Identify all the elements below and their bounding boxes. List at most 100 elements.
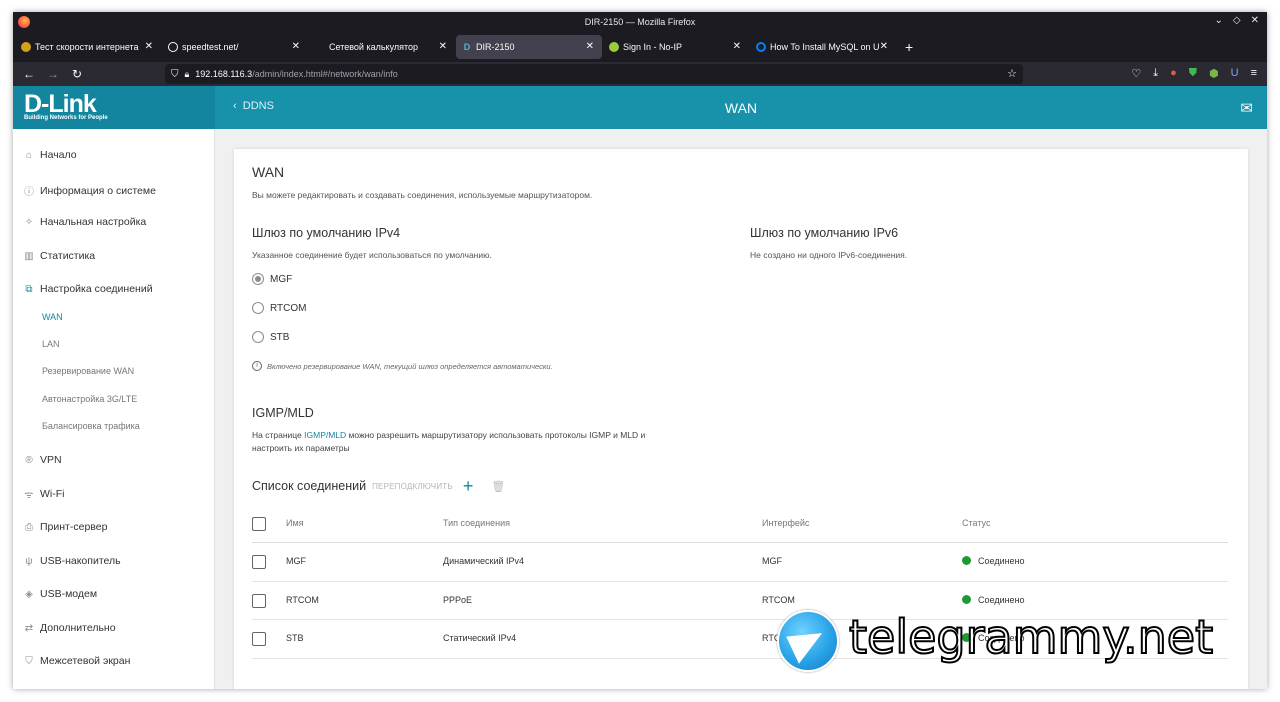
select-all-checkbox[interactable] (252, 517, 266, 531)
radio-icon (252, 331, 264, 343)
url-bar[interactable]: ⛉ 🔒︎ 192.168.116.3 /admin/index.html#/ne… (165, 64, 1023, 84)
row-checkbox[interactable] (252, 555, 266, 569)
sidebar-item-vpn[interactable]: ® VPN (23, 454, 62, 466)
close-tab-icon[interactable]: ✕ (439, 41, 447, 52)
tab-label: DIR-2150 (476, 42, 515, 52)
gateway-radio-stb[interactable]: STB (252, 331, 289, 343)
sidebar-item-system-info[interactable]: ⓘ Информация о системе (23, 183, 156, 199)
section-description: Вы можете редактировать и создавать соед… (252, 190, 593, 200)
column-header: Статус (962, 518, 991, 528)
sidebar-item-usb-modem[interactable]: ◈ USB-модем (23, 588, 97, 600)
sidebar-sub-balancing[interactable]: Балансировка трафика (42, 421, 140, 431)
sidebar-item-home[interactable]: ⌂ Начало (23, 149, 77, 161)
connection-status: Соединено (962, 556, 1025, 566)
igmp-link[interactable]: IGMP/MLD (304, 430, 346, 440)
toolbar-icons: ♡ ⤓ ● ⛊ ⬢ U ≡ (1131, 67, 1257, 80)
add-connection-icon[interactable]: + (463, 477, 474, 495)
sidebar-sub-3g-lte[interactable]: Автонастройка 3G/LTE (42, 394, 137, 404)
ipv4-gateway-desc: Указанное соединение будет использоватьс… (252, 250, 492, 260)
row-checkbox[interactable] (252, 632, 266, 646)
sidebar-item-label: USB-накопитель (40, 555, 121, 567)
url-path: /admin/index.html#/network/wan/info (252, 69, 398, 79)
sidebar-item-statistics[interactable]: ▥ Статистика (23, 250, 95, 262)
settings-icon: ⇄ (24, 622, 34, 634)
close-icon[interactable]: ✕ (1251, 15, 1259, 26)
connections-title: Список соединений (252, 479, 367, 493)
tab-label: Тест скорости интернета (35, 42, 139, 52)
new-tab-icon[interactable]: + (905, 39, 913, 55)
tab-bar: Тест скорости интернета ✕ speedtest.net/… (13, 32, 1267, 62)
sidebar-sub-lan[interactable]: LAN (42, 339, 60, 349)
extension-icon[interactable]: ● (1170, 67, 1177, 80)
sidebar-sub-wan-backup[interactable]: Резервирование WAN (42, 366, 134, 376)
menu-icon[interactable]: ≡ (1251, 67, 1257, 80)
ublock-icon[interactable]: U (1231, 67, 1239, 80)
sidebar-item-label: Статистика (40, 250, 96, 262)
forward-arrow-icon[interactable]: → (41, 67, 65, 81)
firefox-icon (18, 16, 30, 28)
column-header: Имя (286, 518, 304, 528)
sidebar-item-advanced[interactable]: ⇄ Дополнительно (23, 622, 116, 634)
info-icon: i (252, 361, 262, 371)
igmp-description: На странице IGMP/MLD можно разрешить мар… (252, 430, 646, 453)
close-tab-icon[interactable]: ✕ (145, 41, 153, 52)
connection-type: Динамический IPv4 (443, 556, 525, 566)
wifi-icon: ᯤ (24, 490, 34, 501)
bookmark-star-icon[interactable]: ☆ (1007, 67, 1017, 80)
radio-label: MGF (270, 273, 293, 285)
column-header: Интерфейс (762, 518, 810, 528)
adblock-icon[interactable]: ⛊ (1189, 67, 1197, 80)
tab-dir-2150[interactable]: D DIR-2150 ✕ (456, 35, 602, 59)
status-dot-icon (962, 556, 971, 565)
chart-icon: ▥ (24, 250, 34, 262)
tab-speedtest-net[interactable]: speedtest.net/ ✕ (162, 35, 308, 59)
sidebar-item-connections[interactable]: ⧉ Настройка соединений (23, 283, 152, 295)
extension-icon[interactable]: ⬢ (1209, 67, 1219, 80)
sidebar-sub-wan[interactable]: WAN (42, 312, 63, 322)
section-title: WAN (252, 164, 285, 180)
tab-noip[interactable]: Sign In - No-IP ✕ (603, 35, 749, 59)
browser-window: DIR-2150 — Mozilla Firefox ⌄ ◇ ✕ Тест ск… (13, 12, 1267, 689)
pocket-icon[interactable]: ♡ (1131, 67, 1141, 80)
sidebar-item-label: VPN (40, 454, 62, 466)
tab-label: Сетевой калькулятор (329, 42, 419, 52)
sidebar-item-wifi[interactable]: ᯤ Wi-Fi (23, 487, 65, 501)
printer-icon: ⎙ (25, 521, 33, 533)
sidebar-item-usb-storage[interactable]: ψ USB-накопитель (23, 555, 121, 567)
close-tab-icon[interactable]: ✕ (733, 41, 741, 52)
gateway-radio-rtcom[interactable]: RTCOM (252, 302, 306, 314)
mail-icon[interactable]: ✉ (1240, 99, 1253, 117)
trash-icon[interactable]: 🗑︎ (491, 480, 505, 493)
blank-page-icon (315, 42, 325, 52)
dlink-favicon-icon: D (463, 42, 471, 52)
tab-label: speedtest.net/ (182, 42, 239, 52)
close-tab-icon[interactable]: ✕ (880, 41, 888, 52)
dlink-logo[interactable]: D-Link Building Networks for People (13, 86, 215, 129)
maximize-icon[interactable]: ◇ (1233, 15, 1241, 26)
back-arrow-icon[interactable]: ← (17, 67, 41, 81)
close-tab-icon[interactable]: ✕ (586, 41, 594, 52)
sidebar-item-firewall[interactable]: ⛉ Межсетевой экран (23, 655, 130, 667)
reload-icon[interactable]: ↻ (65, 67, 89, 81)
watermark-text: telegrammy.net (848, 609, 1214, 665)
column-header: Тип соединения (443, 518, 511, 528)
tab-mysql-guide[interactable]: How To Install MySQL on U ✕ (750, 35, 896, 59)
ipv4-gateway-title: Шлюз по умолчанию IPv4 (252, 226, 401, 240)
gateway-radio-mgf[interactable]: MGF (252, 273, 292, 285)
close-tab-icon[interactable]: ✕ (292, 41, 300, 52)
sidebar-item-print-server[interactable]: ⎙ Принт-сервер (23, 521, 107, 533)
tab-speed-test[interactable]: Тест скорости интернета ✕ (15, 35, 161, 59)
tab-network-calc[interactable]: Сетевой калькулятор ✕ (309, 35, 455, 59)
downloads-icon[interactable]: ⤓ (1153, 67, 1158, 80)
reconnect-button[interactable]: ПЕРЕПОДКЛЮЧИТЬ (372, 482, 453, 491)
minimize-icon[interactable]: ⌄ (1215, 15, 1223, 26)
digitalocean-icon (756, 42, 766, 52)
sidebar-item-initial-setup[interactable]: ✧ Начальная настройка (23, 216, 146, 228)
sidebar-item-label: Межсетевой экран (40, 655, 131, 667)
connection-type: PPPoE (443, 594, 473, 605)
table-row[interactable]: MGF Динамический IPv4 MGF Соединено (252, 543, 1228, 582)
row-checkbox[interactable] (252, 593, 266, 608)
tracking-shield-icon[interactable]: ⛉ (171, 69, 179, 80)
sidebar-item-label: Wi-Fi (40, 488, 65, 500)
lock-icon[interactable]: 🔒︎ (185, 69, 190, 80)
